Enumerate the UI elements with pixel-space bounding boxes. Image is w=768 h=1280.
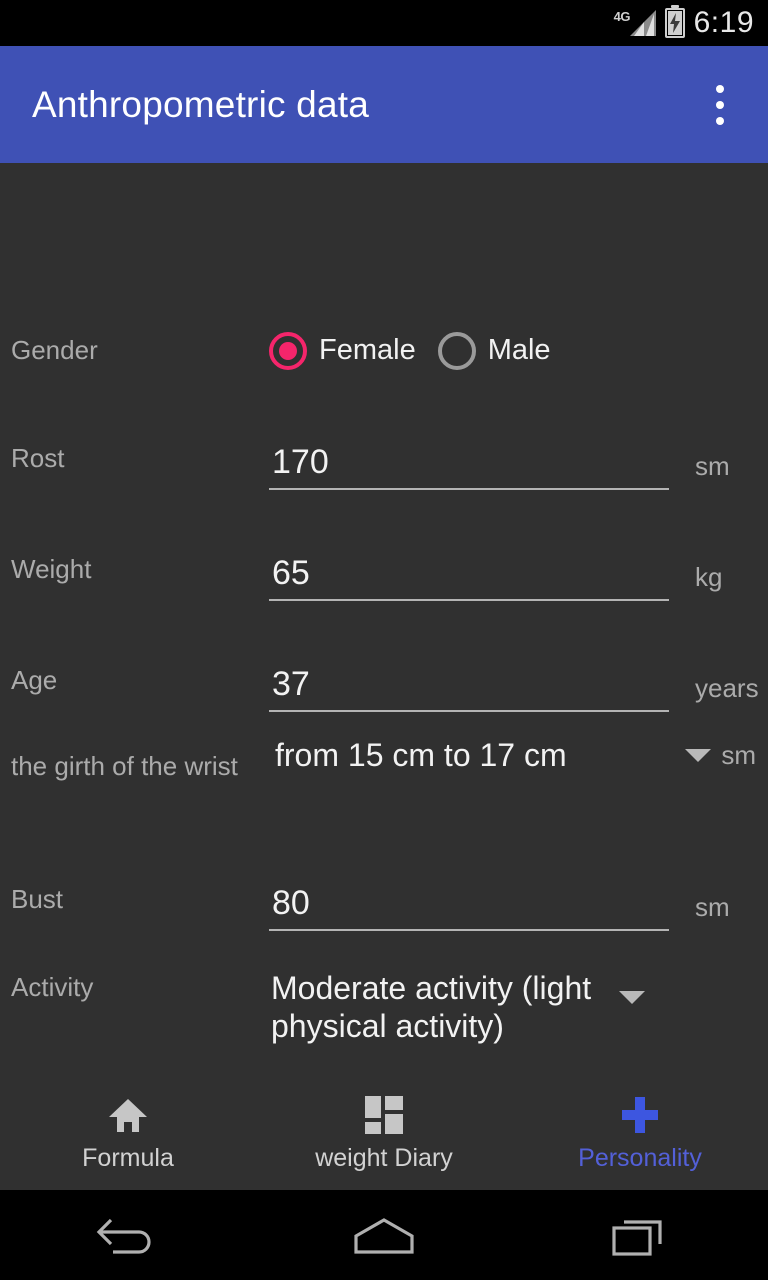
home-icon[interactable]: [256, 1190, 512, 1280]
status-bar: 4G 6:19: [0, 0, 768, 46]
network-type-label: 4G: [613, 9, 631, 24]
home-glyph: [109, 1098, 147, 1132]
age-input[interactable]: 37: [269, 667, 669, 712]
age-label: Age: [11, 664, 58, 695]
radio-female-icon[interactable]: [269, 331, 307, 370]
chevron-down-icon[interactable]: [619, 991, 645, 1004]
radio-option-male[interactable]: Male: [437, 331, 551, 370]
recents-icon[interactable]: [512, 1190, 768, 1280]
dashboard-glyph: [365, 1095, 403, 1134]
rost-unit: sm: [695, 450, 730, 481]
radio-female-label: Female: [319, 334, 416, 366]
back-glyph: [96, 1218, 151, 1254]
bust-unit: sm: [695, 891, 730, 922]
home-glyph: [354, 1218, 414, 1254]
row-weight: Weight 65 kg: [0, 514, 768, 625]
wrist-girth-unit: sm: [721, 739, 756, 770]
row-rost: Rost 170 sm: [0, 403, 768, 514]
row-bust: Bust 80 sm: [0, 844, 768, 955]
tab-weight-diary[interactable]: weight Diary: [256, 1077, 512, 1190]
signal-bars-icon: 4G: [614, 8, 656, 38]
activity-spinner[interactable]: Moderate activity (light physical activi…: [269, 955, 756, 1046]
age-field[interactable]: 37 years: [269, 650, 759, 712]
bottom-tab-bar: Formula weight Diary Personality: [0, 1077, 768, 1190]
plus-icon: [622, 1095, 658, 1135]
wrist-girth-label: the girth of the wrist: [11, 751, 238, 781]
radio-option-female[interactable]: Female: [269, 331, 416, 370]
tab-personality[interactable]: Personality: [512, 1077, 768, 1190]
rost-input[interactable]: 170: [269, 445, 669, 490]
age-unit: years: [695, 672, 759, 703]
form-content: Gender Female Male Rost 170 sm Weight 65…: [0, 163, 768, 1077]
row-wrist-girth: the girth of the wrist from 15 cm to 17 …: [0, 736, 768, 844]
plus-glyph: [622, 1096, 658, 1133]
tab-personality-label: Personality: [578, 1143, 702, 1172]
back-icon[interactable]: [0, 1190, 256, 1280]
weight-unit: kg: [695, 561, 723, 592]
radio-male-icon[interactable]: [437, 331, 476, 370]
gender-label: Gender: [11, 334, 98, 365]
weight-input[interactable]: 65: [269, 556, 669, 601]
chevron-down-icon[interactable]: [685, 748, 712, 762]
row-age: Age 37 years: [0, 625, 768, 736]
activity-label: Activity: [11, 972, 94, 1002]
weight-field[interactable]: 65 kg: [269, 539, 756, 601]
tab-formula[interactable]: Formula: [0, 1077, 256, 1190]
home-icon: [108, 1095, 148, 1135]
bust-input[interactable]: 80: [269, 886, 669, 931]
battery-charging-icon: [664, 8, 685, 38]
rost-label: Rost: [11, 442, 65, 473]
more-vert-icon[interactable]: [696, 75, 744, 135]
status-bar-clock: 6:19: [693, 6, 754, 39]
system-navigation-bar: [0, 1190, 768, 1280]
recents-glyph: [612, 1220, 662, 1256]
tab-formula-label: Formula: [82, 1143, 174, 1172]
dashboard-icon: [365, 1095, 403, 1135]
wrist-girth-value: from 15 cm to 17 cm: [275, 737, 567, 773]
bust-field[interactable]: 80 sm: [269, 869, 756, 931]
weight-label: Weight: [11, 553, 92, 584]
charging-bolt-icon: [669, 13, 680, 33]
app-bar: Anthropometric data: [0, 46, 768, 163]
signal-strength-icon: [629, 10, 656, 36]
bust-label: Bust: [11, 883, 64, 914]
rost-field[interactable]: 170 sm: [269, 428, 756, 490]
row-activity: Activity Moderate activity (light physic…: [0, 955, 768, 1071]
page-title: Anthropometric data: [32, 83, 369, 125]
app-screen: 4G 6:19 Anthropometric data Gender Femal…: [0, 0, 768, 1280]
wrist-girth-spinner[interactable]: from 15 cm to 17 cm sm: [269, 736, 756, 774]
radio-male-label: Male: [487, 334, 551, 366]
gender-radio-group: Female Male: [269, 331, 756, 370]
tab-weight-diary-label: weight Diary: [315, 1143, 453, 1172]
activity-value: Moderate activity (light physical activi…: [271, 970, 592, 1045]
row-gender: Gender Female Male: [0, 298, 768, 403]
